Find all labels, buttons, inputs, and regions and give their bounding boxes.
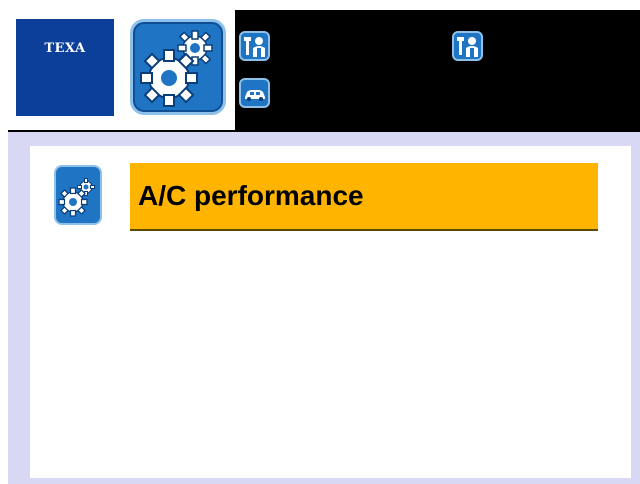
logo-text: TEXA [44, 41, 86, 56]
screen: TEXA A/C performance [0, 0, 640, 484]
vehicle-button[interactable] [239, 78, 270, 108]
menu-item-label: A/C performance [138, 180, 364, 211]
menu-item-ac-performance[interactable]: A/C performance [52, 163, 600, 233]
menu-item-icon [52, 163, 103, 226]
tools-button-1[interactable] [239, 31, 270, 61]
menu-item-highlight: A/C performance [130, 163, 598, 231]
tools-button-2[interactable] [452, 31, 483, 61]
texa-logo: TEXA [16, 19, 114, 116]
main-gears-button[interactable] [130, 19, 226, 115]
